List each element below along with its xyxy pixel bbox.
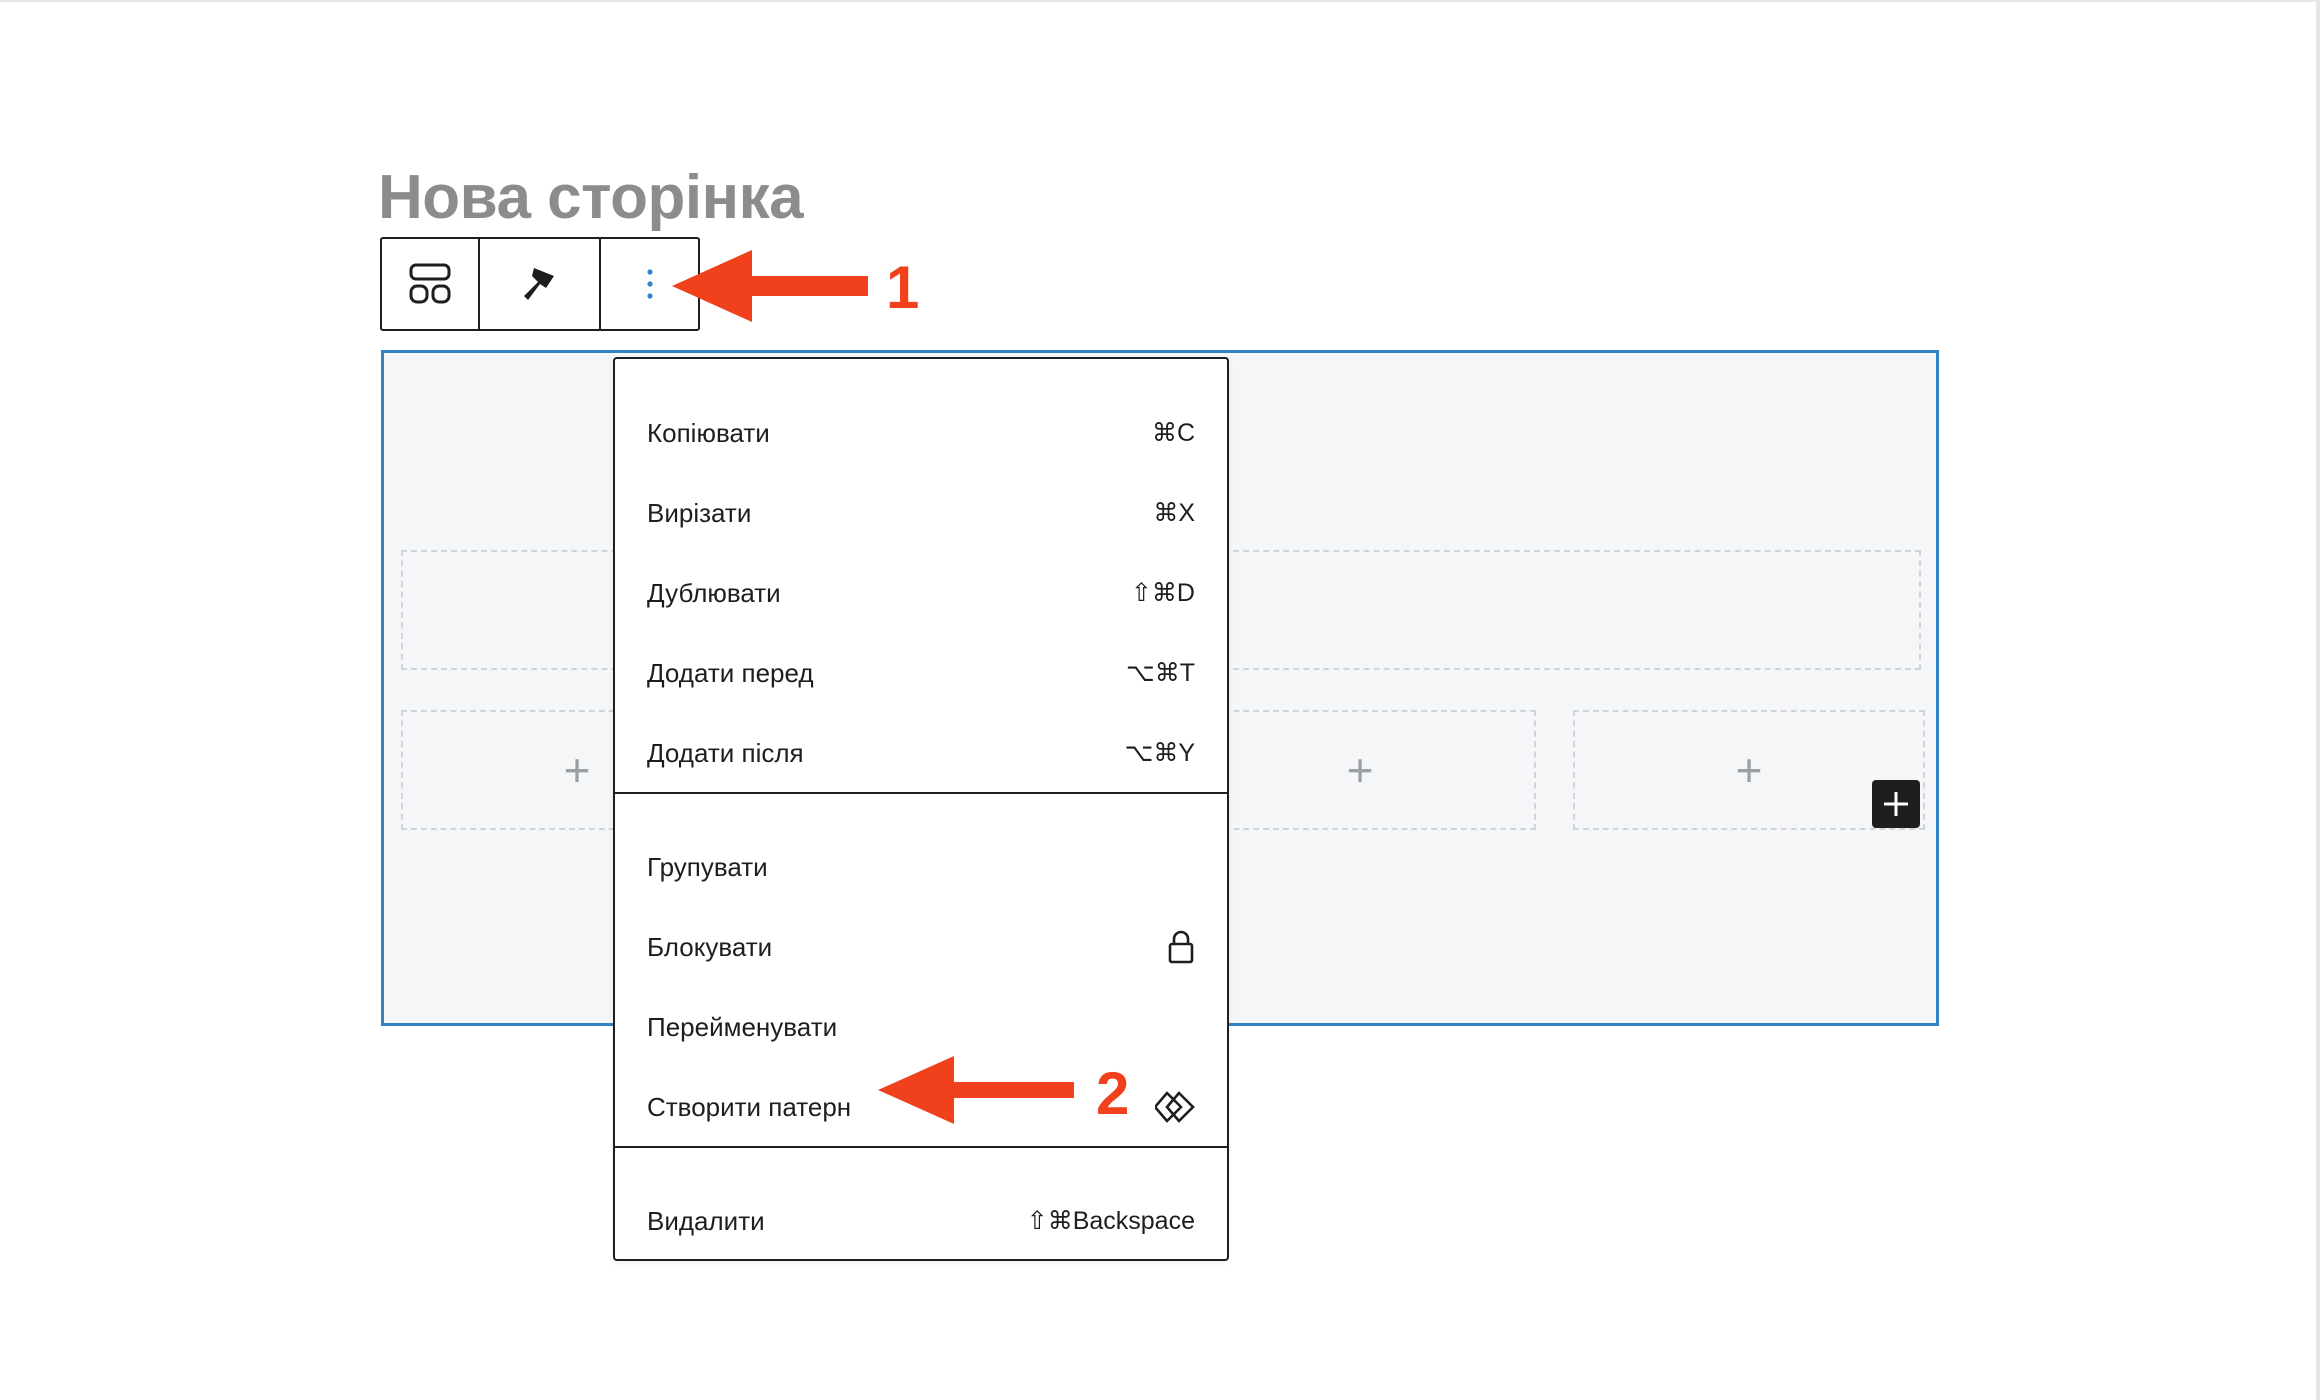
- plus-icon: +: [1346, 744, 1374, 796]
- add-block-button[interactable]: [1872, 780, 1920, 828]
- annotation-label-1: 1: [886, 254, 920, 321]
- annotation-arrow-1: [672, 250, 868, 322]
- plus-icon: [1884, 792, 1908, 816]
- layout-grid-icon: [409, 263, 451, 304]
- menu-item-shortcut: ⌥⌘Y: [1124, 739, 1195, 767]
- menu-divider: [615, 1146, 1227, 1148]
- menu-divider: [615, 792, 1227, 794]
- plus-icon: +: [1735, 744, 1763, 796]
- menu-item-label: Вирізати: [647, 497, 752, 528]
- lock-icon: [1168, 930, 1194, 964]
- page-title[interactable]: Нова сторінка: [378, 160, 804, 236]
- annotation-arrow-2: [878, 1056, 1074, 1124]
- menu-item-shortcut: ⌘X: [1153, 499, 1195, 527]
- menu-item-label: Групувати: [647, 851, 768, 882]
- menu-item-label: Створити патерн: [647, 1091, 852, 1122]
- menu-item-label: Копіювати: [647, 417, 770, 448]
- menu-item-copy[interactable]: Копіювати ⌘C: [615, 397, 1227, 469]
- vertical-ellipsis-icon: [646, 269, 653, 299]
- top-divider: [0, 0, 2320, 2]
- block-type-button[interactable]: [382, 239, 480, 329]
- menu-item-cut[interactable]: Вирізати ⌘X: [615, 477, 1227, 549]
- menu-item-shortcut: ⇧⌘D: [1130, 579, 1195, 607]
- menu-item-label: Додати після: [647, 737, 804, 768]
- block-toolbar: [380, 237, 700, 331]
- editor-canvas: Нова сторінка 1 + + + Копіювати ⌘C Виріз…: [0, 0, 2320, 1400]
- menu-item-lock[interactable]: Блокувати: [615, 911, 1227, 983]
- menu-item-label: Видалити: [647, 1205, 765, 1236]
- menu-item-label: Додати перед: [647, 657, 814, 688]
- menu-item-group[interactable]: Групувати: [615, 831, 1227, 903]
- plus-icon: +: [563, 744, 591, 796]
- menu-item-delete[interactable]: Видалити ⇧⌘Backspace: [615, 1185, 1227, 1257]
- menu-item-insert-after[interactable]: Додати після ⌥⌘Y: [615, 717, 1227, 789]
- menu-item-label: Перейменувати: [647, 1011, 838, 1042]
- brush-icon: [523, 268, 554, 300]
- menu-item-shortcut: ⇧⌘Backspace: [1026, 1207, 1195, 1235]
- pattern-icon: [1155, 1091, 1195, 1123]
- menu-item-shortcut: ⌥⌘T: [1125, 659, 1195, 687]
- menu-item-insert-before[interactable]: Додати перед ⌥⌘T: [615, 637, 1227, 709]
- menu-item-label: Дублювати: [647, 577, 781, 608]
- menu-item-label: Блокувати: [647, 931, 773, 962]
- menu-item-shortcut: ⌘C: [1151, 419, 1195, 447]
- menu-item-duplicate[interactable]: Дублювати ⇧⌘D: [615, 557, 1227, 629]
- column-placeholder-3[interactable]: +: [1184, 710, 1536, 830]
- scrollbar-track[interactable]: [2316, 0, 2320, 1400]
- annotation-label-2: 2: [1096, 1060, 1130, 1127]
- styles-button[interactable]: [480, 239, 601, 329]
